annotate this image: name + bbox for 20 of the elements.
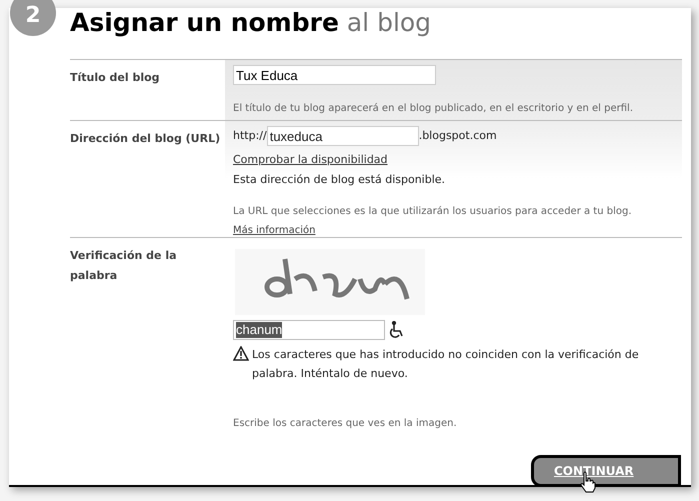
hint-text: Escribe los caracteres que ves en la imagen. — [233, 417, 458, 431]
field-label: Dirección del blog (URL) — [70, 131, 222, 147]
hint-text: El título de tu blog aparecerá en el blog publicado, en el escritorio y en el perfil. — [233, 102, 634, 116]
blog-title-field[interactable]: Tux Educa — [233, 65, 436, 85]
error-message: Los caracteres que has introducido no coinciden con la verificación de palabra. Inténtalo de nuevo. — [252, 347, 640, 382]
url-prefix: http:// — [233, 128, 267, 144]
warning-icon — [233, 346, 249, 361]
continue-button[interactable]: CONTINUAR — [531, 455, 681, 487]
url-suffix: .blogspot.com — [418, 128, 497, 144]
more-info-link[interactable]: Más información — [233, 224, 316, 236]
availability-status: Esta dirección de blog está disponible. — [233, 172, 446, 188]
field-label: Verificación de la palabra — [70, 248, 178, 284]
wheelchair-icon[interactable] — [389, 321, 405, 339]
step-number: 2 — [10, 0, 56, 36]
captcha-field[interactable]: chanum — [233, 320, 385, 340]
url-field[interactable]: tuxeduca — [266, 126, 419, 146]
page-title: Asignar un nombre al blog — [70, 8, 432, 38]
check-availability-link[interactable]: Comprobar la disponibilidad — [233, 152, 388, 168]
hint-text: La URL que selecciones es la que utilizarán los usuarios para acceder a tu blog. Más información — [233, 204, 633, 238]
field-label: Título del blog — [70, 70, 161, 86]
